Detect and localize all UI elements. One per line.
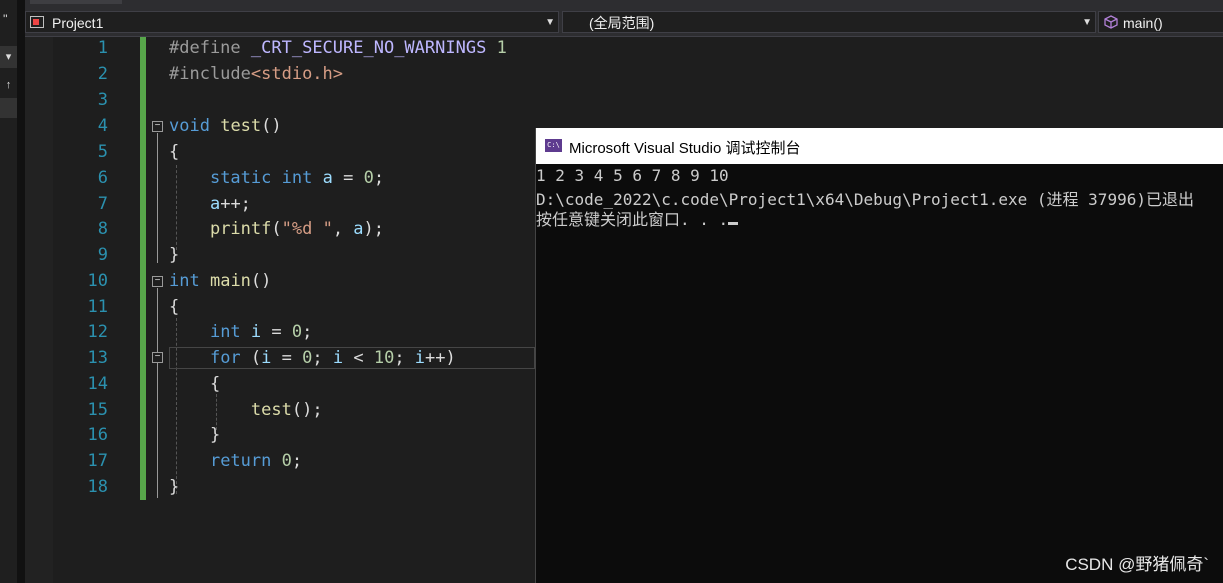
watermark: CSDN @野猪佩奇` bbox=[1065, 555, 1209, 574]
line-number: 8 bbox=[97, 219, 108, 239]
line-number: 4 bbox=[97, 116, 108, 136]
code-line-7[interactable]: a++; bbox=[169, 194, 251, 214]
line-number: 14 bbox=[87, 374, 108, 394]
line-number: 7 bbox=[97, 194, 108, 214]
line-number: 11 bbox=[87, 297, 108, 317]
left-tool-strip-edge bbox=[17, 0, 25, 583]
console-title: Microsoft Visual Studio 调试控制台 bbox=[569, 140, 801, 157]
code-line-16[interactable]: } bbox=[169, 425, 220, 445]
project-icon bbox=[30, 16, 44, 28]
scope-label: (全局范围) bbox=[589, 15, 655, 31]
collapse-icon[interactable]: − bbox=[152, 121, 163, 132]
chevron-down-icon: ▼ bbox=[1082, 17, 1092, 28]
fold-guide bbox=[157, 364, 158, 444]
line-number: 9 bbox=[97, 245, 108, 265]
side-panel-tab[interactable] bbox=[0, 98, 17, 118]
line-number: 16 bbox=[87, 425, 108, 445]
toolbox-grip-icon: '' bbox=[3, 12, 8, 26]
document-tab-bar bbox=[25, 0, 1223, 8]
console-prompt-text: 按任意键关闭此窗口. . . bbox=[536, 210, 729, 229]
code-line-12[interactable]: int i = 0; bbox=[169, 322, 312, 342]
collapse-icon[interactable]: − bbox=[152, 352, 163, 363]
text-cursor bbox=[728, 222, 739, 225]
line-number: 12 bbox=[87, 322, 108, 342]
code-line-10[interactable]: int main() bbox=[169, 271, 271, 291]
member-label: main() bbox=[1123, 15, 1163, 31]
code-line-13[interactable]: for (i = 0; i < 10; i++) bbox=[169, 348, 456, 368]
debug-console-window[interactable]: C:\ Microsoft Visual Studio 调试控制台 1 2 3 … bbox=[535, 128, 1223, 583]
project-name: Project1 bbox=[52, 15, 104, 31]
line-number: 3 bbox=[97, 90, 108, 110]
line-number: 2 bbox=[97, 64, 108, 84]
code-line-14[interactable]: { bbox=[169, 374, 220, 394]
code-line-5[interactable]: { bbox=[169, 142, 179, 162]
method-cube-icon bbox=[1104, 15, 1118, 29]
code-line-2[interactable]: #include<stdio.h> bbox=[169, 64, 343, 84]
code-line-6[interactable]: static int a = 0; bbox=[169, 168, 384, 188]
active-document-tab[interactable] bbox=[30, 0, 122, 4]
line-number: 15 bbox=[87, 400, 108, 420]
navigation-bar: Project1 ▼ (全局范围) ▼ main() bbox=[25, 8, 1223, 37]
line-number: 18 bbox=[87, 477, 108, 497]
line-number: 13 bbox=[87, 348, 108, 368]
line-number: 5 bbox=[97, 142, 108, 162]
member-dropdown[interactable]: main() bbox=[1098, 11, 1223, 33]
line-number: 6 bbox=[97, 168, 108, 188]
code-line-15[interactable]: test(); bbox=[169, 400, 323, 420]
code-line-11[interactable]: { bbox=[169, 297, 179, 317]
fold-guide bbox=[157, 133, 158, 263]
code-line-17[interactable]: return 0; bbox=[169, 451, 302, 471]
line-number: 10 bbox=[87, 271, 108, 291]
collapse-icon[interactable]: − bbox=[152, 276, 163, 287]
project-dropdown[interactable]: Project1 ▼ bbox=[25, 11, 559, 33]
scope-dropdown[interactable]: (全局范围) ▼ bbox=[562, 11, 1096, 33]
dropdown-arrow-icon[interactable]: ▾ bbox=[0, 46, 17, 68]
line-number: 1 bbox=[97, 38, 108, 58]
up-arrow-icon[interactable]: ↑ bbox=[0, 74, 17, 96]
console-prompt-line: 按任意键关闭此窗口. . . bbox=[536, 206, 739, 230]
line-number: 17 bbox=[87, 451, 108, 471]
code-line-18[interactable]: } bbox=[169, 477, 179, 497]
console-output-line: 1 2 3 4 5 6 7 8 9 10 bbox=[536, 166, 729, 185]
console-title-bar[interactable]: C:\ Microsoft Visual Studio 调试控制台 bbox=[536, 128, 1223, 164]
chevron-down-icon: ▼ bbox=[545, 17, 555, 28]
console-app-icon: C:\ bbox=[545, 139, 562, 152]
change-tracking-bar bbox=[140, 37, 146, 500]
code-line-8[interactable]: printf("%d ", a); bbox=[169, 219, 384, 239]
code-line-1[interactable]: #define _CRT_SECURE_NO_WARNINGS 1 bbox=[169, 38, 507, 58]
code-line-9[interactable]: } bbox=[169, 245, 179, 265]
code-line-4[interactable]: void test() bbox=[169, 116, 282, 136]
